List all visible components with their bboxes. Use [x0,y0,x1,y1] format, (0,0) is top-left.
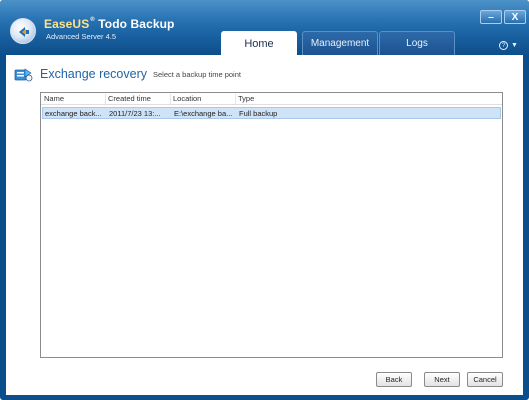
tab-logs[interactable]: Logs [379,31,455,55]
tab-home[interactable]: Home [221,31,297,56]
column-header-type[interactable]: Type [238,93,318,105]
cancel-button[interactable]: Cancel [467,372,503,387]
back-button[interactable]: Back [376,372,412,387]
brand-name: Todo Backup [98,17,175,31]
brand-prefix: EaseUS [44,17,90,31]
edition-label: Advanced Server 4.5 [46,32,117,41]
column-header-location[interactable]: Location [173,93,235,105]
next-button[interactable]: Next [424,372,460,387]
list-header: Name Created time Location Type [41,93,502,105]
column-separator[interactable] [170,94,171,104]
cell-name: exchange back... [45,109,102,118]
help-icon: ? [499,41,508,51]
cell-created-time: 2011/7/23 13:... [109,109,161,118]
page-title: Exchange recovery [40,67,148,81]
app-window: EaseUS® Todo Backup Advanced Server 4.5 … [0,0,529,400]
table-row[interactable]: exchange back... 2011/7/23 13:... E:\exc… [42,107,501,119]
column-header-created-time[interactable]: Created time [108,93,170,105]
column-separator[interactable] [235,94,236,104]
close-button[interactable]: X [504,10,526,24]
title-bar: EaseUS® Todo Backup Advanced Server 4.5 … [0,0,529,56]
minimize-icon: – [488,12,494,23]
cell-location: E:\exchange ba... [174,109,233,118]
main-content: Exchange recovery Select a backup time p… [6,55,523,395]
cell-type: Full backup [239,109,278,118]
page-subtitle: Select a backup time point [153,70,241,79]
backup-list[interactable]: Name Created time Location Type exchange… [40,92,503,358]
column-separator[interactable] [105,94,106,104]
app-brand: EaseUS® Todo Backup [44,17,174,31]
column-header-name[interactable]: Name [44,93,106,105]
registered-mark: ® [90,17,95,23]
chevron-down-icon: ▼ [511,42,518,50]
close-icon: X [511,12,519,23]
minimize-button[interactable]: – [480,10,502,24]
help-menu[interactable]: ? ▼ [499,41,518,51]
easeus-logo-icon [10,18,36,44]
exchange-recovery-icon [14,68,33,82]
tab-management[interactable]: Management [302,31,378,55]
